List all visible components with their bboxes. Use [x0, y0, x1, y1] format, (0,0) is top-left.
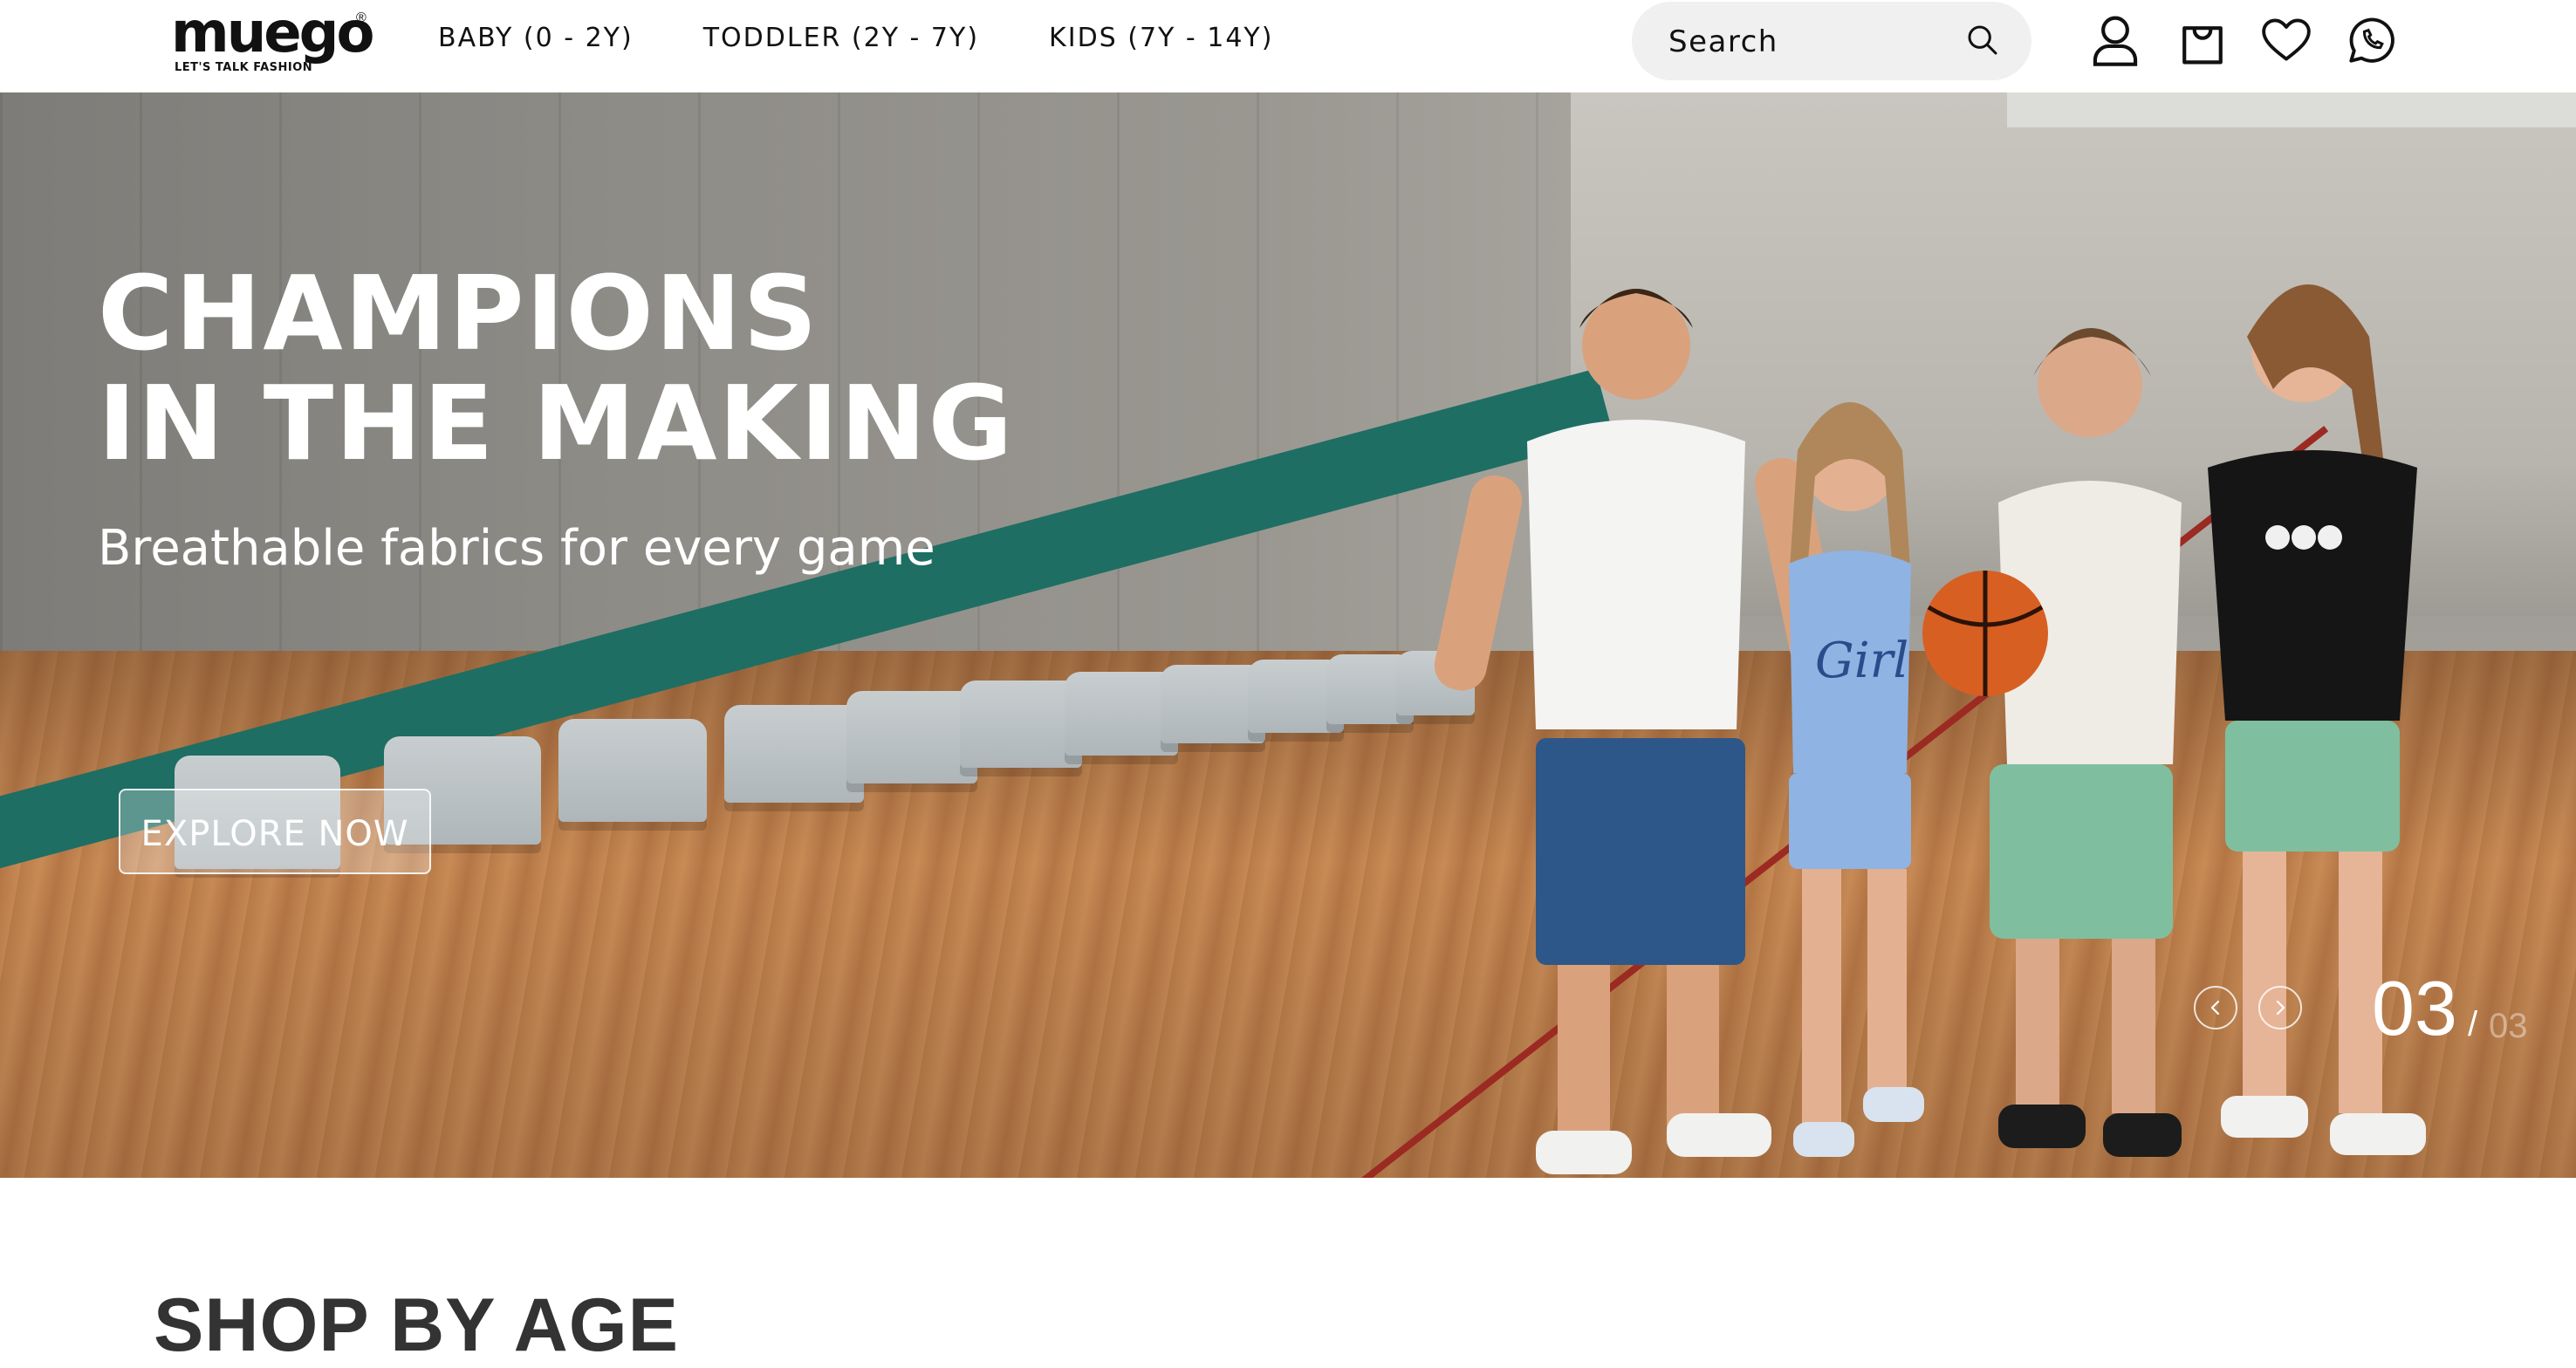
main-nav: BABY (0 - 2Y) TODDLER (2Y - 7Y) KIDS (7Y…: [438, 21, 1273, 56]
nav-item-toddler[interactable]: TODDLER (2Y - 7Y): [703, 21, 979, 56]
hero-banner[interactable]: Girl CHAMPIONS IN THE MAKING Breathable …: [0, 92, 2576, 1178]
brand-logo[interactable]: muego ® LET'S TALK FASHION: [171, 2, 374, 77]
logo-tagline: LET'S TALK FASHION: [175, 61, 313, 74]
account-icon[interactable]: [2091, 14, 2140, 66]
cart-icon[interactable]: [2178, 14, 2227, 66]
slider-next-button[interactable]: [2258, 986, 2302, 1029]
slide-counter-total: 03: [2489, 1007, 2528, 1045]
nav-item-kids[interactable]: KIDS (7Y - 14Y): [1049, 21, 1273, 56]
hero-title-line-2: IN THE MAKING: [98, 363, 1015, 483]
search-icon[interactable]: [1965, 23, 2000, 58]
logo-wordmark: muego: [171, 1, 374, 65]
hero-title-line-1: CHAMPIONS: [98, 253, 819, 373]
chevron-right-icon: [2276, 1000, 2285, 1016]
search-input[interactable]: Search: [1632, 2, 2031, 80]
shop-by-age-title: SHOP BY AGE: [154, 1283, 680, 1367]
svg-text:Girl: Girl: [1815, 633, 1908, 689]
chevron-left-icon: [2210, 1000, 2220, 1016]
hero-kids-image: Girl: [1434, 284, 2426, 1174]
wishlist-icon[interactable]: [2262, 14, 2311, 66]
slide-counter-separator: /: [2468, 1005, 2478, 1043]
whatsapp-icon[interactable]: [2347, 14, 2396, 66]
search-placeholder: Search: [1668, 24, 1778, 59]
logo-registered-mark: ®: [356, 10, 367, 25]
slide-counter-current: 03: [2372, 965, 2457, 1051]
nav-item-baby[interactable]: BABY (0 - 2Y): [438, 21, 634, 56]
hero-subtitle: Breathable fabrics for every game: [98, 520, 935, 577]
explore-now-button[interactable]: EXPLORE NOW: [119, 789, 431, 874]
slider-prev-button[interactable]: [2194, 986, 2237, 1029]
hero-title: CHAMPIONS IN THE MAKING: [98, 258, 1014, 478]
explore-now-label: EXPLORE NOW: [140, 814, 409, 854]
site-header: muego ® LET'S TALK FASHION BABY (0 - 2Y)…: [0, 0, 2576, 92]
